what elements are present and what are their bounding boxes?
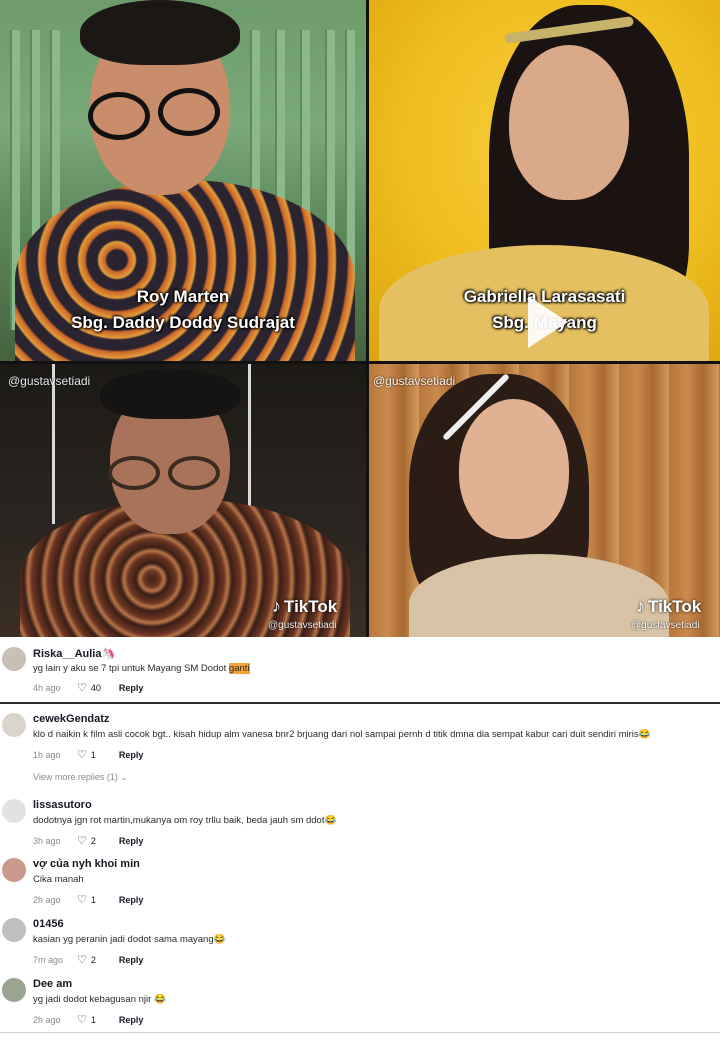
like-count: 2 (90, 835, 96, 846)
avatar[interactable] (2, 713, 26, 737)
avatar[interactable] (2, 918, 26, 942)
comment-meta: 2h ago ♡ 1 Reply (33, 1013, 143, 1026)
comment-meta: 7m ago ♡ 2 Reply (33, 953, 143, 966)
tile-caption: Roy Marten Sbg. Daddy Doddy Sudrajat (0, 286, 366, 334)
comment-meta: 1h ago ♡ 1 Reply (33, 748, 143, 761)
divider (0, 1032, 720, 1033)
comment-item: cewekGendatz klo d naikin k film asli co… (0, 711, 720, 791)
handle-watermark: @gustavsetiadi (631, 620, 700, 631)
like-count: 40 (90, 682, 101, 693)
comment-time: 2h ago (33, 1014, 61, 1025)
photo-tile-mayang: @gustavsetiadi ♪ TikTok @gustavsetiadi (369, 364, 720, 637)
reply-button[interactable]: Reply (119, 683, 144, 693)
role-name: Sbg. Daddy Doddy Sudrajat (71, 313, 295, 332)
reply-button[interactable]: Reply (119, 1015, 144, 1025)
play-icon[interactable] (528, 296, 568, 348)
heart-icon[interactable]: ♡ (77, 893, 87, 906)
watermark: @gustavsetiadi (8, 374, 91, 388)
heart-icon[interactable]: ♡ (77, 1013, 87, 1026)
tiktok-label: TikTok (648, 596, 702, 616)
reply-button[interactable]: Reply (119, 955, 144, 965)
handle-watermark: @gustavsetiadi (268, 620, 337, 631)
divider (0, 702, 720, 704)
comment-username[interactable]: cewekGendatz (33, 713, 109, 725)
comment-text: dodotnya jgn rot martin,mukanya om roy t… (33, 815, 337, 826)
comment-time: 7m ago (33, 954, 64, 965)
video-collage[interactable]: Roy Marten Sbg. Daddy Doddy Sudrajat Gab… (0, 0, 720, 637)
comment-text: yg lain y aku se 7 tpi untuk Mayang SM D… (33, 663, 250, 674)
comment-text-main: yg lain y aku se 7 tpi untuk Mayang SM D… (33, 663, 229, 674)
reply-button[interactable]: Reply (119, 895, 144, 905)
tiktok-watermark: ♪ TikTok (636, 596, 701, 617)
heart-icon[interactable]: ♡ (77, 834, 87, 847)
photo-tile-roy-marten: Roy Marten Sbg. Daddy Doddy Sudrajat (0, 0, 366, 361)
comment-text: yg jadi dodot kebagusan njir 😂 (33, 994, 166, 1005)
comment-meta: 4h ago ♡ 40 Reply (33, 681, 143, 694)
avatar[interactable] (2, 978, 26, 1002)
comment-text: kasian yg peranin jadi dodot sama mayang… (33, 934, 226, 945)
tiktok-watermark: ♪ TikTok (272, 596, 337, 617)
tiktok-label: TikTok (284, 596, 338, 616)
tiktok-logo-icon: ♪ (272, 596, 281, 616)
heart-icon[interactable]: ♡ (77, 748, 87, 761)
comment-time: 3h ago (33, 835, 61, 846)
comment-item: 01456 kasian yg peranin jadi dodot sama … (0, 916, 720, 968)
comment-username[interactable]: Riska__Aulia🦄 (33, 647, 115, 660)
comment-username[interactable]: 01456 (33, 918, 64, 930)
heart-icon[interactable]: ♡ (77, 953, 87, 966)
photo-tile-dodot: @gustavsetiadi ♪ TikTok @gustavsetiadi (0, 364, 366, 637)
like-count: 1 (90, 894, 96, 905)
comment-username[interactable]: Dee am (33, 978, 72, 990)
comment-username[interactable]: vợ của nyh khoi min (33, 858, 140, 870)
tiktok-logo-icon: ♪ (636, 596, 645, 616)
comment-item: vợ của nyh khoi min Cika manah 2h ago ♡ … (0, 856, 720, 908)
comment-time: 4h ago (33, 682, 61, 693)
comment-item: Riska__Aulia🦄 yg lain y aku se 7 tpi unt… (0, 645, 720, 700)
heart-icon[interactable]: ♡ (77, 681, 87, 694)
like-count: 2 (90, 954, 96, 965)
watermark: @gustavsetiadi (373, 374, 456, 388)
highlighted-word: ganti (228, 663, 250, 674)
avatar[interactable] (2, 647, 26, 671)
reply-button[interactable]: Reply (119, 836, 144, 846)
avatar[interactable] (2, 799, 26, 823)
comment-item: Dee am yg jadi dodot kebagusan njir 😂 2h… (0, 976, 720, 1028)
comment-time: 2h ago (33, 894, 61, 905)
comment-text: Cika manah (33, 874, 84, 885)
comment-item: lissasutoro dodotnya jgn rot martin,muka… (0, 797, 720, 849)
reply-button[interactable]: Reply (119, 750, 144, 760)
comment-time: 1h ago (33, 749, 61, 760)
like-count: 1 (90, 1014, 96, 1025)
comment-text: klo d naikin k film asli cocok bgt.. kis… (33, 729, 651, 740)
comment-username[interactable]: lissasutoro (33, 799, 92, 811)
view-more-replies[interactable]: View more replies (1) ⌄ (33, 772, 128, 783)
actor-name: Roy Marten (136, 287, 230, 306)
like-count: 1 (90, 749, 96, 760)
avatar[interactable] (2, 858, 26, 882)
comment-meta: 3h ago ♡ 2 Reply (33, 834, 143, 847)
comment-meta: 2h ago ♡ 1 Reply (33, 893, 143, 906)
